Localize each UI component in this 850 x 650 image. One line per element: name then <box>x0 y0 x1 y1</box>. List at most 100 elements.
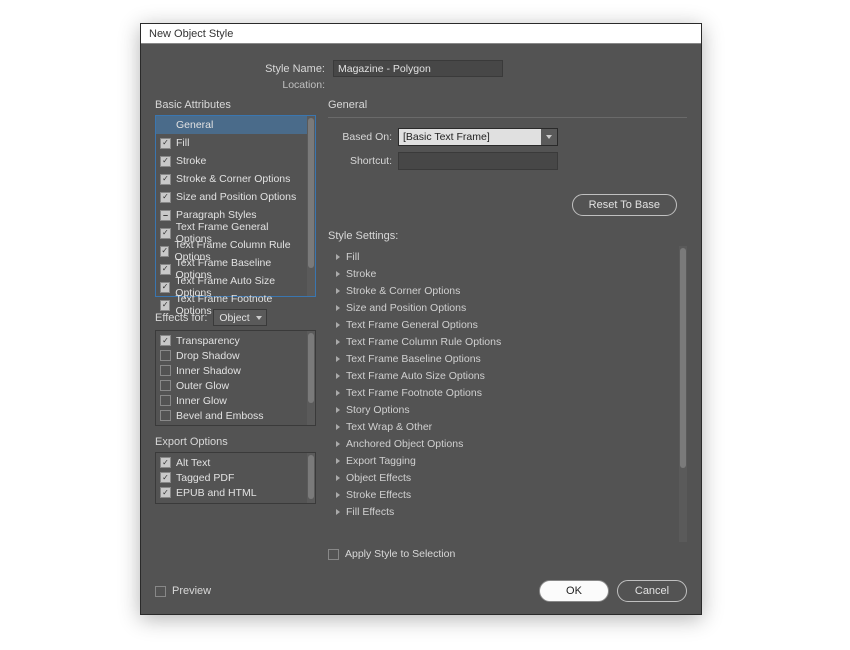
chevron-right-icon <box>336 475 340 481</box>
export-checkbox[interactable] <box>160 457 171 468</box>
attribute-checkbox[interactable] <box>160 264 171 275</box>
chevron-down-icon <box>541 129 557 145</box>
based-on-label: Based On: <box>328 131 398 143</box>
basic-attribute-item[interactable]: General <box>156 116 307 134</box>
export-scrollbar[interactable] <box>307 453 315 503</box>
attribute-checkbox[interactable] <box>160 156 171 167</box>
attribute-checkbox[interactable] <box>160 300 170 311</box>
effects-for-select[interactable]: Object <box>213 309 266 326</box>
general-section-title: General <box>328 99 687 111</box>
effect-item[interactable]: Bevel and Emboss <box>156 408 307 423</box>
effect-checkbox[interactable] <box>160 380 171 391</box>
export-label: Alt Text <box>176 457 210 469</box>
attribute-checkbox[interactable] <box>160 138 171 149</box>
effect-checkbox[interactable] <box>160 365 171 376</box>
shortcut-input[interactable] <box>398 152 558 170</box>
style-setting-item[interactable]: Stroke Effects <box>328 486 679 503</box>
effect-item[interactable]: Outer Glow <box>156 378 307 393</box>
basic-attribute-item[interactable]: Fill <box>156 134 307 152</box>
attribute-checkbox[interactable] <box>160 210 171 221</box>
effect-item[interactable]: Drop Shadow <box>156 348 307 363</box>
style-setting-item[interactable]: Fill Effects <box>328 503 679 520</box>
attribute-label: Paragraph Styles <box>176 209 257 221</box>
style-setting-item[interactable]: Story Options <box>328 401 679 418</box>
attribute-checkbox[interactable] <box>160 246 169 257</box>
chevron-right-icon <box>336 424 340 430</box>
effect-label: Outer Glow <box>176 380 229 392</box>
basic-attributes-list[interactable]: GeneralFill Stroke Stroke & Corner Options… <box>155 115 316 297</box>
dialog-title: New Object Style <box>149 28 233 40</box>
effects-list[interactable]: TransparencyDrop Shadow Inner Shadow Outer… <box>155 330 316 426</box>
export-checkbox[interactable] <box>160 487 171 498</box>
effect-item[interactable]: Inner Glow <box>156 393 307 408</box>
style-setting-item[interactable]: Text Wrap & Other <box>328 418 679 435</box>
footer-buttons: OK Cancel <box>539 580 687 602</box>
style-setting-item[interactable]: Text Frame Baseline Options <box>328 350 679 367</box>
style-setting-item[interactable]: Export Tagging <box>328 452 679 469</box>
basic-attribute-item[interactable]: Size and Position Options <box>156 188 307 206</box>
cancel-button[interactable]: Cancel <box>617 580 687 602</box>
style-setting-label: Text Frame Baseline Options <box>346 353 481 365</box>
dialog-titlebar: New Object Style <box>141 24 701 44</box>
style-name-row: Style Name: <box>155 60 687 77</box>
chevron-right-icon <box>336 407 340 413</box>
location-label: Location: <box>155 79 333 91</box>
chevron-right-icon <box>336 254 340 260</box>
chevron-right-icon <box>336 288 340 294</box>
preview-checkbox[interactable] <box>155 586 166 597</box>
basic-attribute-item[interactable]: Stroke <box>156 152 307 170</box>
effect-label: Inner Shadow <box>176 365 241 377</box>
attribute-label: Stroke <box>176 155 206 167</box>
export-item[interactable]: Alt Text <box>156 455 307 470</box>
chevron-right-icon <box>336 356 340 362</box>
style-settings-tree[interactable]: FillStroke Stroke & Corner Options Size an… <box>328 246 687 542</box>
attribute-checkbox[interactable] <box>160 174 171 185</box>
effect-checkbox[interactable] <box>160 350 171 361</box>
style-setting-item[interactable]: Stroke <box>328 265 679 282</box>
columns: Basic Attributes GeneralFillStrokeStroke… <box>155 99 687 560</box>
chevron-right-icon <box>336 509 340 515</box>
basic-attributes-title: Basic Attributes <box>155 99 316 111</box>
based-on-select[interactable]: [Basic Text Frame] <box>398 128 558 146</box>
style-setting-item[interactable]: Object Effects <box>328 469 679 486</box>
chevron-right-icon <box>336 339 340 345</box>
style-setting-label: Anchored Object Options <box>346 438 463 450</box>
style-setting-label: Text Frame Auto Size Options <box>346 370 485 382</box>
style-setting-item[interactable]: Anchored Object Options <box>328 435 679 452</box>
style-settings-scrollbar[interactable] <box>679 246 687 542</box>
style-setting-item[interactable]: Text Frame Column Rule Options <box>328 333 679 350</box>
attribute-checkbox[interactable] <box>160 282 170 293</box>
style-setting-item[interactable]: Stroke & Corner Options <box>328 282 679 299</box>
based-on-value: [Basic Text Frame] <box>403 131 490 143</box>
style-setting-item[interactable]: Text Frame Auto Size Options <box>328 367 679 384</box>
style-setting-label: Stroke & Corner Options <box>346 285 460 297</box>
export-item[interactable]: Tagged PDF <box>156 470 307 485</box>
style-setting-label: Text Frame Footnote Options <box>346 387 482 399</box>
export-checkbox[interactable] <box>160 472 171 483</box>
style-name-input[interactable] <box>333 60 503 77</box>
basic-attribute-item[interactable]: Stroke & Corner Options <box>156 170 307 188</box>
effect-checkbox[interactable] <box>160 395 171 406</box>
export-options-list[interactable]: Alt TextTagged PDFEPUB and HTML <box>155 452 316 504</box>
ok-button[interactable]: OK <box>539 580 609 602</box>
effect-item[interactable]: Inner Shadow <box>156 363 307 378</box>
attribute-checkbox[interactable] <box>160 228 171 239</box>
style-setting-item[interactable]: Fill <box>328 248 679 265</box>
effects-scrollbar[interactable] <box>307 331 315 425</box>
effect-label: Transparency <box>176 335 240 347</box>
chevron-right-icon <box>336 373 340 379</box>
export-item[interactable]: EPUB and HTML <box>156 485 307 500</box>
effect-checkbox[interactable] <box>160 335 171 346</box>
attribute-checkbox[interactable] <box>160 192 171 203</box>
apply-style-checkbox[interactable] <box>328 549 339 560</box>
style-setting-item[interactable]: Text Frame General Options <box>328 316 679 333</box>
effect-item[interactable]: Transparency <box>156 333 307 348</box>
reset-to-base-button[interactable]: Reset To Base <box>572 194 677 216</box>
effect-checkbox[interactable] <box>160 410 171 421</box>
attribute-label: Size and Position Options <box>176 191 296 203</box>
basic-attributes-scrollbar[interactable] <box>307 116 315 296</box>
shortcut-row: Shortcut: <box>328 152 687 170</box>
style-setting-item[interactable]: Size and Position Options <box>328 299 679 316</box>
style-setting-item[interactable]: Text Frame Footnote Options <box>328 384 679 401</box>
apply-style-row: Apply Style to Selection <box>328 548 687 560</box>
